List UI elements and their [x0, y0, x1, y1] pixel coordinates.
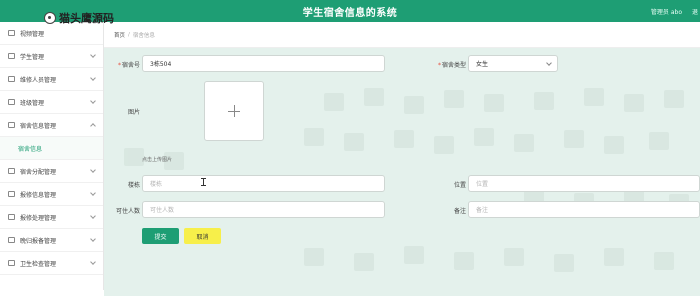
sidebar-item-repairers[interactable]: 维修人员管理	[0, 68, 103, 91]
chevron-down-icon	[90, 213, 96, 219]
watermark: 猫头鹰源码	[44, 10, 114, 26]
watermark-text: 猫头鹰源码	[59, 12, 114, 25]
dorm-form: *宿舍号 3栋504 *宿舍类型 女生 图片 点击上传图片 楼栋 楼栋 位置 位…	[104, 48, 700, 296]
sidebar-item-dorm-allocation[interactable]: 宿舍分配管理	[0, 160, 103, 183]
chevron-down-icon	[90, 52, 96, 58]
chevron-down-icon	[90, 75, 96, 81]
chevron-down-icon	[546, 60, 552, 66]
breadcrumb: 首页 / 宿舍信息	[104, 22, 700, 48]
room-type-select[interactable]: 女生	[468, 55, 558, 72]
sidebar-bottom	[0, 290, 104, 296]
sidebar-item-late-return[interactable]: 晚归报备管理	[0, 229, 103, 252]
cancel-button[interactable]: 取消	[184, 228, 221, 244]
room-no-label: *宿舍号	[117, 62, 140, 69]
remark-input[interactable]: 备注	[468, 201, 700, 218]
chevron-down-icon	[90, 167, 96, 173]
sidebar-subitem-dorm-info[interactable]: 宿舍信息	[0, 137, 103, 160]
menu-icon	[8, 30, 15, 36]
building-icon	[8, 260, 15, 266]
chart-icon	[8, 237, 15, 243]
chevron-down-icon	[90, 236, 96, 242]
sidebar-item-repair-handling[interactable]: 报修处理管理	[0, 206, 103, 229]
photo-upload[interactable]	[204, 81, 264, 141]
room-type-label: *宿舍类型	[437, 62, 466, 69]
sidebar-item-classes[interactable]: 班级管理	[0, 91, 103, 114]
sidebar-item-students[interactable]: 学生管理	[0, 45, 103, 68]
building-icon	[8, 76, 15, 82]
main-content: *宿舍号 3栋504 *宿舍类型 女生 图片 点击上传图片 楼栋 楼栋 位置 位…	[104, 48, 700, 296]
remark-label: 备注	[453, 208, 466, 215]
building-icon	[8, 168, 15, 174]
chevron-down-icon	[90, 259, 96, 265]
text-cursor-icon	[201, 178, 206, 186]
room-no-input[interactable]: 3栋504	[142, 55, 385, 72]
send-icon	[8, 53, 15, 59]
building-input[interactable]: 楼栋	[142, 175, 385, 192]
sidebar-item-repair-info[interactable]: 报修信息管理	[0, 183, 103, 206]
sidebar: 视频管理 学生管理 维修人员管理 班级管理 宿舍信息管理 宿舍信息 宿舍分配管理…	[0, 22, 104, 296]
chevron-up-icon	[90, 123, 96, 129]
building-label: 楼栋	[127, 182, 140, 189]
submit-button[interactable]: 提交	[142, 228, 179, 244]
pen-icon	[8, 214, 15, 220]
breadcrumb-separator: /	[128, 31, 130, 38]
mail-icon	[8, 99, 15, 105]
building-icon	[8, 122, 15, 128]
sidebar-item-hygiene-check[interactable]: 卫生检查管理	[0, 252, 103, 275]
owl-logo-icon	[44, 12, 56, 24]
current-user[interactable]: 管理员 abo	[651, 7, 682, 16]
breadcrumb-current: 宿舍信息	[132, 32, 155, 39]
breadcrumb-home[interactable]: 首页	[114, 31, 125, 39]
pen-icon	[8, 191, 15, 197]
occupants-input[interactable]: 可住人数	[142, 201, 385, 218]
location-label: 位置	[453, 182, 466, 189]
chevron-down-icon	[90, 190, 96, 196]
occupants-label: 可住人数	[115, 208, 140, 215]
sidebar-item-dorm-info[interactable]: 宿舍信息管理	[0, 114, 103, 137]
location-input[interactable]: 位置	[468, 175, 700, 192]
logout-link[interactable]: 退	[692, 7, 698, 16]
chevron-down-icon	[90, 98, 96, 104]
plus-icon	[228, 105, 240, 117]
photo-hint: 点击上传图片	[142, 157, 173, 163]
photo-label: 图片	[127, 109, 140, 116]
